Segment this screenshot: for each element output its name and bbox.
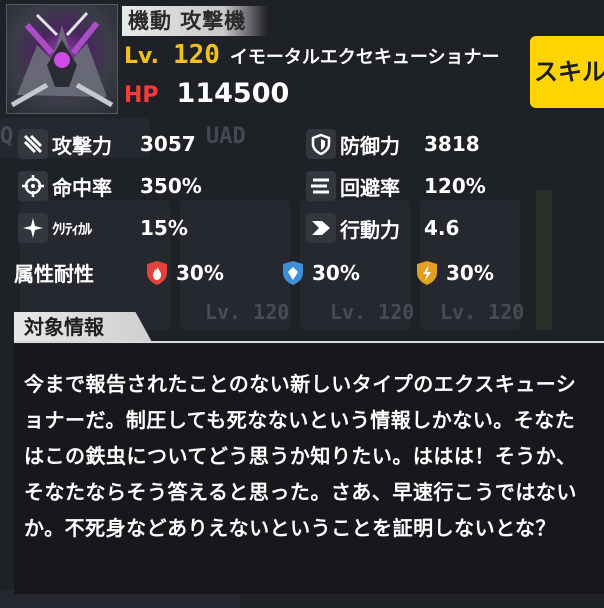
stat-value: 350% <box>140 174 202 198</box>
stat-label: 回避率 <box>340 175 400 200</box>
stat-value: 3818 <box>424 132 480 156</box>
sword-slash-icon <box>18 129 48 159</box>
hp-value: 114500 <box>176 78 290 109</box>
ice-shield-icon <box>283 261 303 285</box>
resistance-value: 30% <box>176 261 224 285</box>
stat-value: 4.6 <box>424 216 460 240</box>
bg-lv-2: Lv. 120 <box>330 300 415 324</box>
resistance-value: 30% <box>312 261 360 285</box>
evasion-lines-icon <box>306 171 336 201</box>
stat-evasion: 回避率 <box>306 168 400 204</box>
stat-label: 命中率 <box>52 175 112 200</box>
stat-critical: ｸﾘﾃｨｶﾙ <box>18 210 92 246</box>
bg-text-uad: UAD <box>206 124 246 149</box>
stat-label: 攻撃力 <box>52 133 112 158</box>
skill-button[interactable]: スキル <box>530 36 604 108</box>
hp-row: HP 114500 <box>124 78 289 114</box>
fire-shield-icon <box>147 261 167 285</box>
stat-value: 15% <box>140 216 188 240</box>
level-row: Lv. 120 イモータルエクセキューショナー <box>124 40 500 76</box>
target-info-tab: 対象情報 <box>14 312 152 342</box>
hp-tag: HP <box>124 83 159 108</box>
resistance-fire: 30% <box>146 260 224 286</box>
level-value: 120 <box>172 40 220 70</box>
bg-text-q: Q <box>0 124 14 149</box>
resistance-value: 30% <box>446 261 494 285</box>
resistance-ice: 30% <box>282 260 360 286</box>
stat-mobility: 行動力 <box>306 210 400 246</box>
stat-label: 行動力 <box>340 217 400 242</box>
mech-portrait-icon <box>10 11 114 108</box>
unit-type-label: 機動 攻撃機 <box>122 6 268 36</box>
stat-label: ｸﾘﾃｨｶﾙ <box>52 219 92 238</box>
sparkle-icon <box>18 213 48 243</box>
unit-name: イモータルエクセキューショナー <box>229 47 500 68</box>
bg-stripe <box>536 190 552 330</box>
resistance-label: 属性耐性 <box>14 262 94 286</box>
resistance-thunder: 30% <box>416 260 494 286</box>
bg-lv-3: Lv. 120 <box>440 300 525 324</box>
stat-defense: 防御力 <box>306 126 400 162</box>
level-tag: Lv. <box>124 44 159 69</box>
stat-value: 120% <box>424 174 486 198</box>
crosshair-icon <box>18 171 48 201</box>
stat-label: 防御力 <box>340 133 400 158</box>
stat-accuracy: 命中率 <box>18 168 112 204</box>
enemy-portrait <box>6 4 118 114</box>
bg-lv-1: Lv. 120 <box>205 300 290 324</box>
shield-icon <box>306 129 336 159</box>
stat-attack: 攻撃力 <box>18 126 112 162</box>
thunder-shield-icon <box>417 261 437 285</box>
chevron-right-icon <box>306 213 336 243</box>
target-description: 今まで報告されたことのない新しいタイプのエクスキューショナーだ。制圧しても死なな… <box>24 372 577 540</box>
section-divider <box>14 341 604 343</box>
stat-value: 3057 <box>140 132 196 156</box>
